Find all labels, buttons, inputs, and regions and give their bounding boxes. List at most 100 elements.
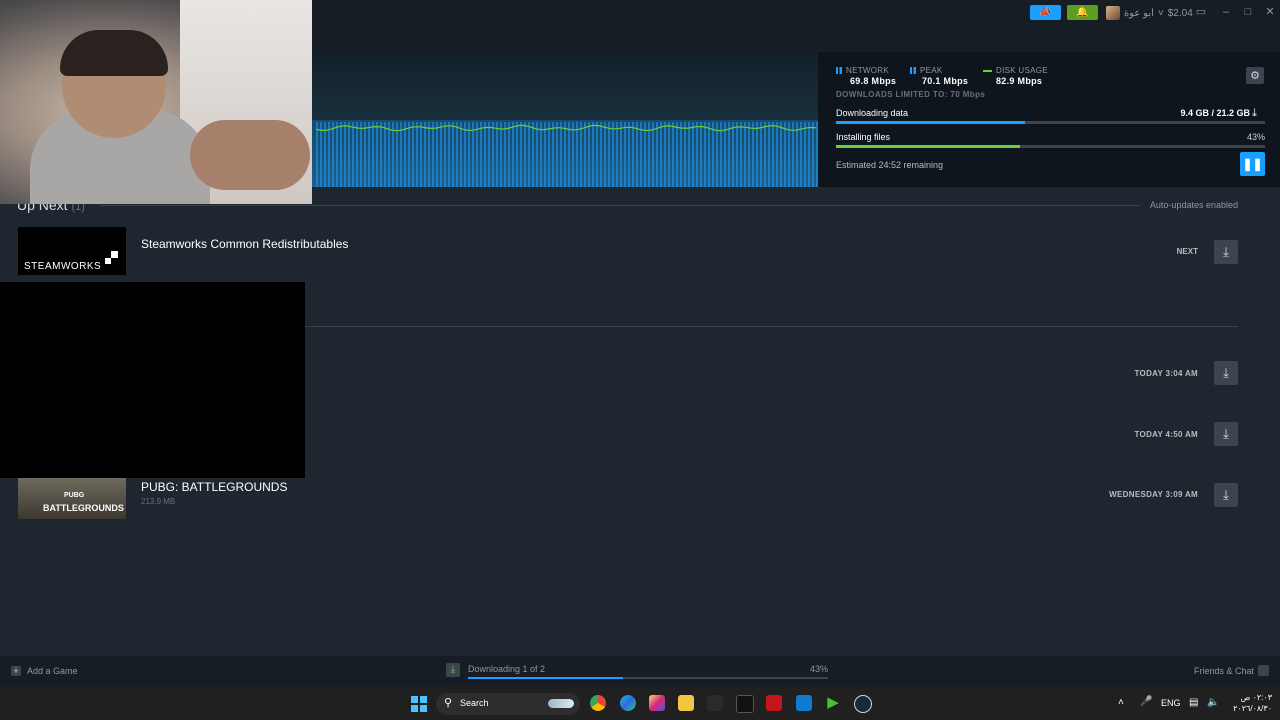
download-button[interactable]: ⤓	[1214, 361, 1238, 385]
graph-bar	[528, 122, 530, 187]
steam-icon[interactable]	[854, 695, 872, 713]
steamworks-logo-square-small	[105, 258, 111, 264]
disk-label: DISK USAGE	[996, 66, 1048, 75]
graph-bar	[412, 122, 414, 187]
graph-bar	[560, 122, 562, 187]
download-icon: ⤓	[1223, 487, 1229, 502]
announcements-button[interactable]: 📣	[1030, 5, 1061, 20]
download-button[interactable]: ⤓	[1214, 483, 1238, 507]
graph-bar	[376, 122, 378, 187]
search-box[interactable]: ⚲ Search	[436, 693, 580, 715]
graph-bar	[816, 122, 818, 187]
graph-bar	[748, 122, 750, 187]
disk-value: 82.9 Mbps	[996, 76, 1043, 86]
maximize-button[interactable]: □	[1240, 5, 1256, 19]
graph-bar	[660, 122, 662, 187]
graph-bar	[616, 122, 618, 187]
video-editor-icon[interactable]	[766, 695, 782, 711]
graph-bar	[416, 122, 418, 187]
graph-bar	[572, 122, 574, 187]
graph-bar	[732, 122, 734, 187]
chrome-icon[interactable]	[590, 695, 606, 711]
big-picture-icon[interactable]: ▭	[1193, 5, 1209, 19]
minimize-button[interactable]: –	[1218, 5, 1234, 19]
graph-bar	[392, 122, 394, 187]
windows-logo-tile	[411, 696, 418, 703]
downloading-value: 9.4 GB / 21.2 GB	[1180, 108, 1250, 118]
graph-bar	[788, 122, 790, 187]
chevron-up-icon[interactable]: ˄	[1118, 697, 1124, 708]
graph-bar	[640, 122, 642, 187]
graph-bar	[348, 122, 350, 187]
edge-icon[interactable]	[620, 695, 636, 711]
microphone-icon[interactable]: 🎤	[1140, 696, 1152, 707]
bell-icon: 🔔	[1076, 7, 1089, 18]
battlegrounds-logo-text: BATTLEGROUNDS	[43, 503, 124, 513]
clock[interactable]: ٠٢:٠٣ ص ٢٠٢٦/٠٨/٣٠	[1222, 692, 1272, 714]
graph-bar	[568, 122, 570, 187]
graph-bar	[460, 122, 462, 187]
settings-button[interactable]: ⚙	[1246, 67, 1264, 84]
close-button[interactable]: ✕	[1262, 5, 1278, 19]
volume-icon[interactable]: 🔈	[1207, 697, 1219, 708]
graph-bar	[632, 122, 634, 187]
network-label: NETWORK	[846, 66, 889, 75]
instagram-icon[interactable]	[649, 695, 665, 711]
chevron-down-icon: ˅	[1157, 7, 1164, 19]
estimated-remaining: Estimated 24:52 remaining	[836, 160, 944, 170]
file-explorer-icon[interactable]	[678, 695, 694, 711]
graph-bar	[420, 122, 422, 187]
plus-icon[interactable]: +	[11, 666, 21, 676]
app-icon[interactable]	[707, 695, 723, 711]
divider	[305, 326, 1238, 327]
notifications-button[interactable]: 🔔	[1067, 5, 1098, 20]
add-game-button[interactable]: Add a Game	[27, 666, 78, 676]
language-indicator[interactable]: ENG	[1161, 698, 1181, 708]
disk-stat: DISK USAGE 82.9 Mbps	[983, 66, 1048, 86]
graph-bar	[780, 122, 782, 187]
download-button[interactable]: ⤓	[1214, 422, 1238, 446]
graph-bar	[440, 122, 442, 187]
graph-bar	[736, 122, 738, 187]
graph-bar	[396, 122, 398, 187]
network-icon[interactable]: ▤	[1189, 697, 1198, 708]
graph-bar	[352, 122, 354, 187]
chat-icon[interactable]	[1258, 665, 1269, 676]
graph-bar	[556, 122, 558, 187]
graph-bar	[728, 122, 730, 187]
divider	[100, 205, 1140, 206]
graph-bar	[544, 122, 546, 187]
graph-bar	[496, 122, 498, 187]
download-button[interactable]: ⤓	[1214, 240, 1238, 264]
graph-bar	[628, 122, 630, 187]
search-placeholder: Search	[460, 698, 489, 708]
megaphone-icon: 📣	[1039, 7, 1052, 18]
graph-bar	[504, 122, 506, 187]
pause-button[interactable]: ❚❚	[1240, 152, 1265, 176]
graph-bar	[564, 122, 566, 187]
graph-bar	[740, 122, 742, 187]
up-next-item-name[interactable]: Steamworks Common Redistributables	[141, 237, 348, 251]
start-button[interactable]	[411, 696, 427, 712]
graph-bar	[600, 122, 602, 187]
terminal-icon[interactable]	[736, 695, 754, 713]
steam-footer	[0, 656, 1280, 686]
graph-bar	[704, 122, 706, 187]
webcam-person-headphones	[60, 30, 168, 76]
steamworks-thumbnail[interactable]: STEAMWORKS	[18, 227, 126, 275]
graph-bar	[720, 122, 722, 187]
graph-bar	[424, 122, 426, 187]
graph-bar	[384, 122, 386, 187]
download-icon[interactable]: ⤓	[446, 663, 460, 677]
vscode-icon[interactable]	[796, 695, 812, 711]
completed-item-name[interactable]: PUBG: BATTLEGROUNDS	[141, 480, 287, 494]
webcam-person-arm	[190, 120, 310, 190]
graph-bar	[456, 122, 458, 187]
play-icon[interactable]: ▶	[825, 695, 841, 711]
friends-chat-button[interactable]: Friends & Chat	[1170, 666, 1254, 676]
footer-downloading-status[interactable]: Downloading 1 of 2	[468, 664, 545, 674]
graph-bar	[796, 122, 798, 187]
account-menu[interactable]: ابو عوة ˅ $2.04	[1106, 5, 1193, 21]
pubg-thumbnail[interactable]: PUBG BATTLEGROUNDS	[18, 478, 126, 519]
steamworks-logo-text: STEAMWORKS	[24, 261, 102, 272]
